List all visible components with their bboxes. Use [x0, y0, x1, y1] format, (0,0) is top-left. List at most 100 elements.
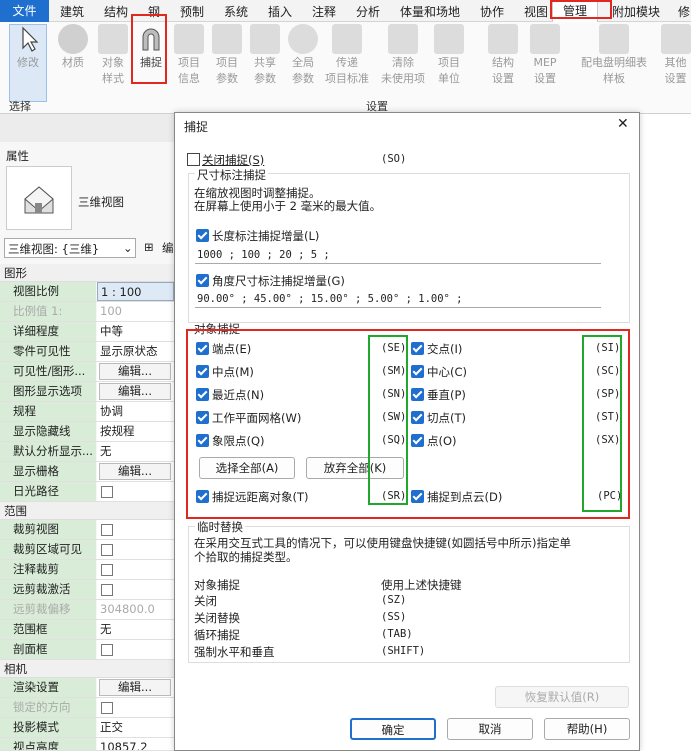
structural-settings-l2: 设置 — [492, 72, 514, 85]
prop-analysis-display[interactable]: 默认分析显示... 无 — [0, 442, 174, 462]
prop-value[interactable]: 中等 — [97, 322, 174, 341]
section-box-checkbox[interactable] — [101, 644, 113, 656]
menu-view[interactable]: 视图 — [524, 3, 548, 20]
prop-graphic-display[interactable]: 图形显示选项 编辑... — [0, 382, 174, 402]
menu-collaborate[interactable]: 协作 — [480, 3, 504, 20]
prop-crop-view[interactable]: 裁剪视图 — [0, 520, 174, 540]
prop-value[interactable]: 正交 — [97, 718, 174, 737]
prop-sun-path[interactable]: 日光路径 — [0, 482, 174, 502]
menu-precast[interactable]: 预制 — [180, 3, 204, 20]
view-type-selector[interactable]: 三维视图: {三维} ⌄ — [4, 238, 136, 258]
prop-section-box[interactable]: 剖面框 — [0, 640, 174, 660]
prop-discipline[interactable]: 规程 协调 — [0, 402, 174, 422]
menu-systems[interactable]: 系统 — [224, 3, 248, 20]
project-params-button[interactable]: 项目 参数 — [208, 24, 246, 87]
purge-unused-icon — [388, 24, 418, 54]
snaps-off-checkbox[interactable] — [187, 153, 200, 166]
object-snaps-highlight — [186, 329, 630, 519]
prop-crop-region-visible[interactable]: 裁剪区域可见 — [0, 540, 174, 560]
prop-hidden-lines[interactable]: 显示隐藏线 按规程 — [0, 422, 174, 442]
edit-button[interactable]: 编辑... — [99, 463, 171, 480]
prop-far-clip-offset: 远剪裁偏移 304800.0 — [0, 600, 174, 620]
drawing-canvas[interactable] — [640, 114, 691, 751]
prop-visibility-graphics[interactable]: 可见性/图形... 编辑... — [0, 362, 174, 382]
prop-annotation-crop[interactable]: 注释裁剪 — [0, 560, 174, 580]
prop-value[interactable]: 无 — [97, 620, 174, 639]
modify-button[interactable]: 修改 — [9, 24, 47, 71]
prop-detail-level[interactable]: 详细程度 中等 — [0, 322, 174, 342]
menu-addins[interactable]: 附加模块 — [612, 3, 660, 20]
snaps-off-label[interactable]: 关闭捕捉(S) — [202, 152, 264, 168]
purge-unused-l1: 清除 — [392, 56, 414, 69]
menu-architecture[interactable]: 建筑 — [60, 3, 84, 20]
prop-projection-mode[interactable]: 投影模式 正交 — [0, 718, 174, 738]
annotation-crop-checkbox[interactable] — [101, 564, 113, 576]
edit-button[interactable]: 编辑... — [99, 363, 171, 380]
prop-value: 100 — [97, 302, 174, 321]
group-select-label[interactable]: 选择 — [9, 98, 31, 114]
menu-annotate[interactable]: 注释 — [312, 3, 336, 20]
restore-defaults-button[interactable]: 恢复默认值(R) — [495, 686, 629, 708]
purge-unused-l2: 未使用项 — [381, 72, 425, 85]
prop-value[interactable]: 无 — [97, 442, 174, 461]
prop-key: 范围框 — [0, 620, 96, 639]
group-camera[interactable]: 相机 — [0, 660, 174, 678]
far-clip-checkbox[interactable] — [101, 584, 113, 596]
cursor-icon — [13, 24, 43, 54]
snaps-off-code: (SO) — [381, 153, 407, 165]
sun-path-checkbox[interactable] — [101, 486, 113, 498]
edit-type-button[interactable]: ⊞ 编 — [142, 239, 174, 257]
prop-value[interactable]: 协调 — [97, 402, 174, 421]
angle-increment-label[interactable]: 角度尺寸标注捕捉增量(G) — [212, 273, 345, 289]
menu-massing-site[interactable]: 体量和场地 — [400, 3, 460, 20]
edit-button[interactable]: 编辑... — [99, 383, 171, 400]
menu-modify[interactable]: 修 — [678, 3, 690, 20]
prop-value[interactable]: 1 : 100 — [97, 282, 174, 301]
menu-file[interactable]: 文件 — [0, 0, 49, 22]
prop-key: 裁剪区域可见 — [0, 540, 96, 559]
panel-schedule-l2: 样板 — [603, 72, 625, 85]
angle-increment-checkbox[interactable] — [196, 274, 209, 287]
menu-analyze[interactable]: 分析 — [356, 3, 380, 20]
prop-value[interactable]: 显示原状态 — [97, 342, 174, 361]
close-icon[interactable]: ✕ — [617, 116, 629, 132]
prop-parts-visibility[interactable]: 零件可见性 显示原状态 — [0, 342, 174, 362]
global-params-button[interactable]: 全局 参数 — [284, 24, 322, 87]
object-styles-label1: 对象 — [102, 56, 124, 69]
project-info-button[interactable]: 项目 信息 — [170, 24, 208, 87]
prop-show-grids[interactable]: 显示栅格 编辑... — [0, 462, 174, 482]
help-button[interactable]: 帮助(H) — [544, 718, 630, 740]
prop-eye-elevation[interactable]: 视点高度 10857.2 — [0, 738, 174, 751]
prop-view-scale[interactable]: 视图比例 1 : 100 — [0, 282, 174, 302]
menu-insert[interactable]: 插入 — [268, 3, 292, 20]
mep-settings-button[interactable]: MEP 设置 — [526, 24, 564, 87]
angle-increment-field[interactable]: 90.00° ; 45.00° ; 15.00° ; 5.00° ; 1.00°… — [195, 290, 601, 308]
prop-scope-box[interactable]: 范围框无 — [0, 620, 174, 640]
transfer-standards-button[interactable]: 传递 项目标准 — [322, 24, 372, 87]
transfer-standards-icon — [332, 24, 362, 54]
other-settings-button[interactable]: 其他 设置 — [660, 24, 691, 87]
panel-schedule-button[interactable]: 配电盘明细表 样板 — [576, 24, 652, 87]
structural-settings-button[interactable]: 结构 设置 — [484, 24, 522, 87]
prop-value[interactable]: 10857.2 — [97, 738, 174, 750]
length-increment-label[interactable]: 长度标注捕捉增量(L) — [212, 228, 319, 244]
group-extents[interactable]: 范围 — [0, 502, 174, 520]
project-units-button[interactable]: 项目 单位 — [430, 24, 468, 87]
dim-snaps-desc2: 在屏幕上使用小于 2 毫米的最大值。 — [194, 199, 382, 213]
crop-view-checkbox[interactable] — [101, 524, 113, 536]
crop-region-checkbox[interactable] — [101, 544, 113, 556]
length-increment-checkbox[interactable] — [196, 229, 209, 242]
object-styles-button[interactable]: 对象 样式 — [94, 24, 132, 87]
materials-button[interactable]: 材质 — [54, 24, 92, 71]
ok-button[interactable]: 确定 — [350, 718, 436, 740]
cancel-button[interactable]: 取消 — [447, 718, 533, 740]
prop-value[interactable]: 按规程 — [97, 422, 174, 441]
length-increment-field[interactable]: 1000 ; 100 ; 20 ; 5 ; — [195, 246, 601, 264]
prop-render-settings[interactable]: 渲染设置 编辑... — [0, 678, 174, 698]
purge-unused-button[interactable]: 清除 未使用项 — [378, 24, 428, 87]
edit-button[interactable]: 编辑... — [99, 679, 171, 696]
shared-params-button[interactable]: 共享 参数 — [246, 24, 284, 87]
prop-far-clip-active[interactable]: 远剪裁激活 — [0, 580, 174, 600]
menu-structure[interactable]: 结构 — [104, 3, 128, 20]
group-graphics[interactable]: 图形 — [0, 264, 174, 282]
